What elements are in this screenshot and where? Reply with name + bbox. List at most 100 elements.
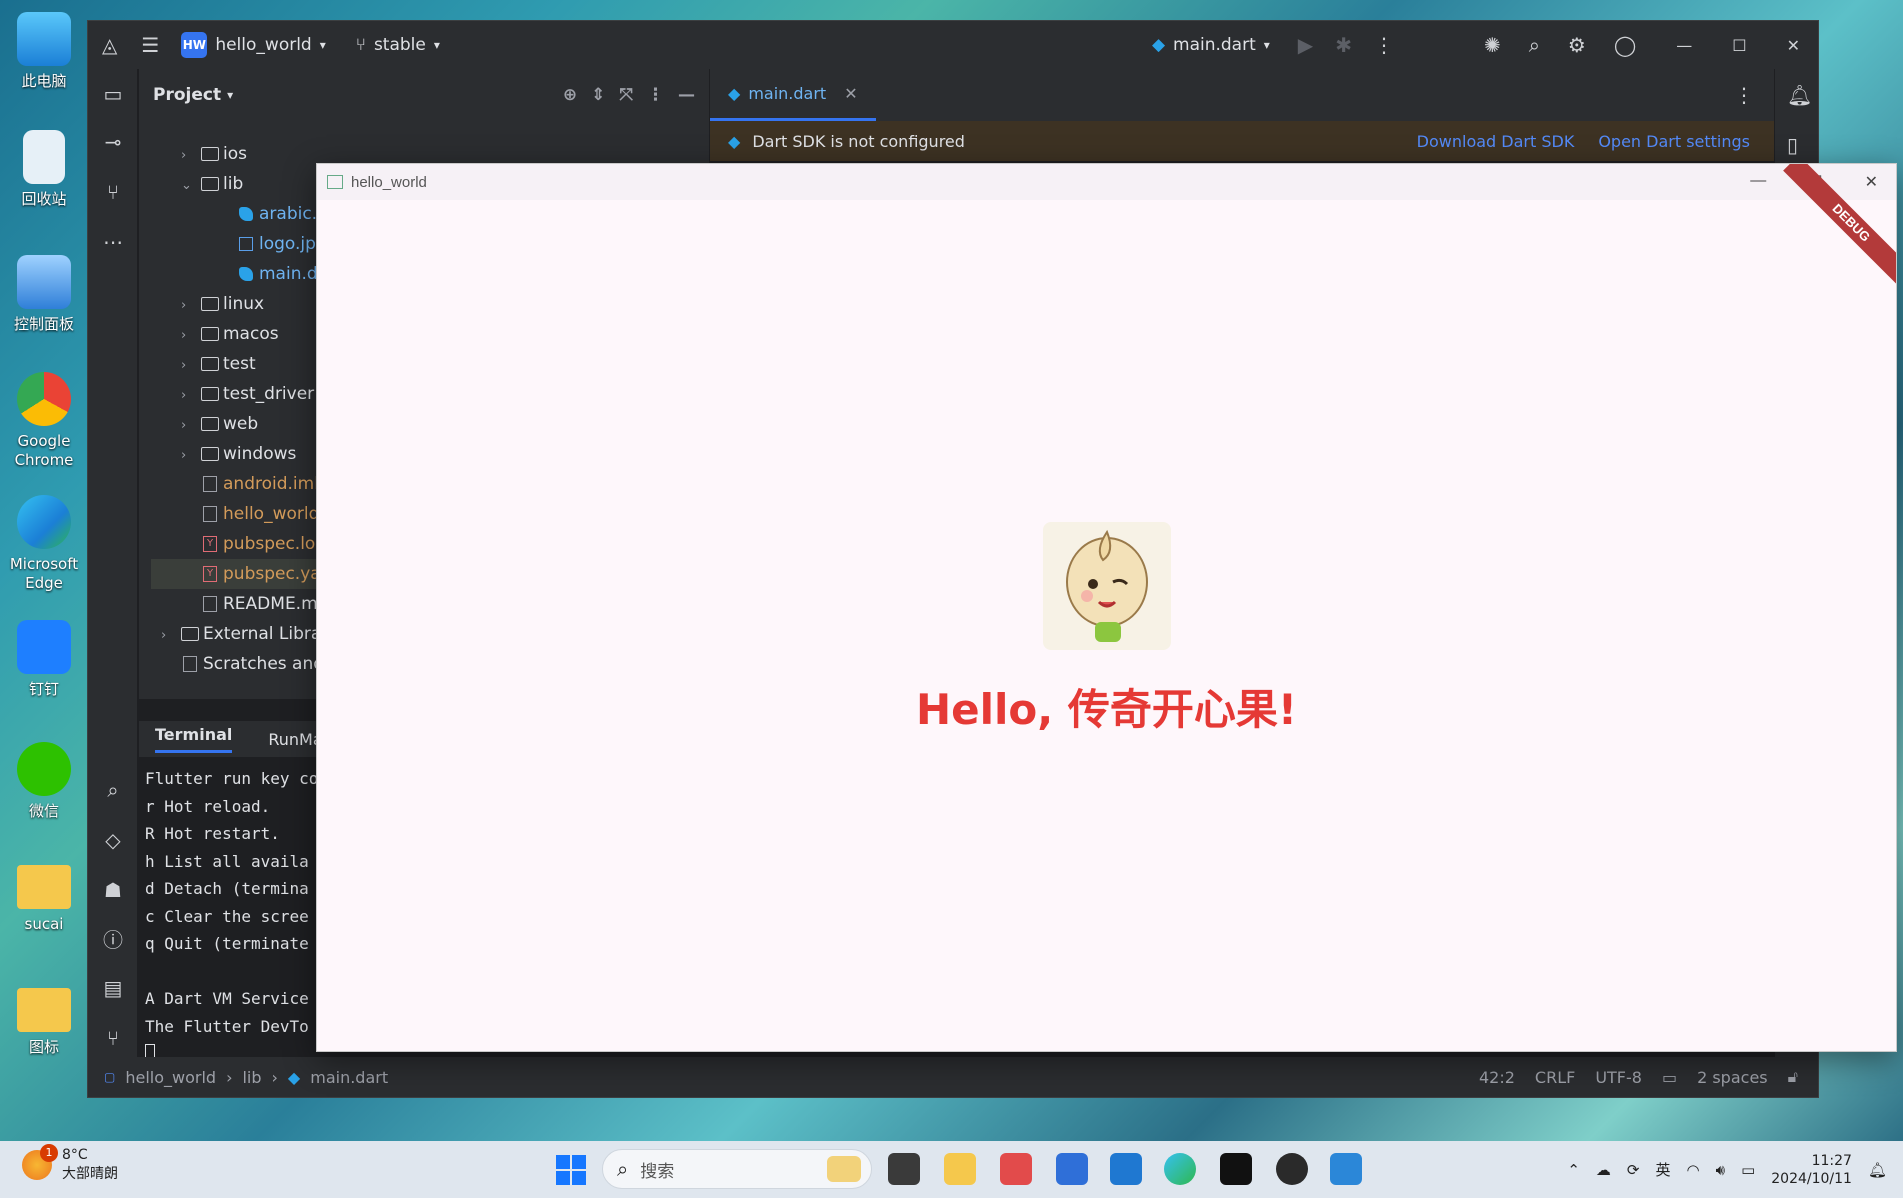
computer-icon: [17, 12, 71, 66]
cursor-position[interactable]: 42:2: [1479, 1068, 1515, 1087]
chevron-right-icon[interactable]: ›: [181, 411, 197, 441]
breadcrumb-lib[interactable]: lib: [242, 1068, 261, 1087]
editor-options-icon[interactable]: ⋮: [1734, 83, 1754, 107]
editor-tab-main-dart[interactable]: ◆ main.dart ✕: [710, 69, 876, 121]
chevron-right-icon[interactable]: ›: [181, 351, 197, 381]
terminal-icon[interactable]: ▤: [100, 975, 126, 1001]
desktop-icon-dingtalk[interactable]: 钉钉: [4, 620, 84, 699]
desktop-icon-recycle-bin[interactable]: 回收站: [4, 130, 84, 209]
project-selector[interactable]: HW hello_world ▾: [181, 32, 326, 58]
problems-icon[interactable]: ⓘ: [100, 927, 126, 953]
tree-item-label: macos: [223, 324, 279, 344]
file-explorer-icon[interactable]: [944, 1153, 976, 1185]
desktop-icon-tubiao[interactable]: 图标: [4, 988, 84, 1057]
settings-icon[interactable]: ⚙: [1568, 33, 1586, 57]
clock[interactable]: 11:27 2024/10/11: [1771, 1152, 1852, 1188]
breadcrumb-file[interactable]: main.dart: [310, 1068, 388, 1087]
project-folder-icon[interactable]: ▭: [100, 81, 126, 107]
read-mode-icon[interactable]: ▭: [1662, 1068, 1677, 1087]
wifi-icon[interactable]: ◠: [1687, 1161, 1700, 1179]
clock-time: 11:27: [1811, 1152, 1852, 1169]
chevron-down-icon[interactable]: ⌄: [181, 171, 197, 201]
lock-icon[interactable]: 🔓︎: [1788, 1067, 1798, 1087]
desktop-icon-control-panel[interactable]: 控制面板: [4, 255, 84, 334]
app-close-icon[interactable]: ✕: [1865, 172, 1878, 192]
desktop-icon-sucai[interactable]: sucai: [4, 865, 84, 934]
pull-requests-icon[interactable]: ⑂: [100, 179, 126, 205]
minimize-icon[interactable]: —: [1676, 36, 1692, 55]
task-view-icon[interactable]: [888, 1153, 920, 1185]
desktop-icon-chrome[interactable]: Google Chrome: [4, 372, 84, 470]
expand-all-icon[interactable]: ⇕: [591, 85, 605, 105]
snipping-tool-icon[interactable]: [1000, 1153, 1032, 1185]
account-icon[interactable]: ◯: [1614, 33, 1636, 57]
debug-icon[interactable]: ✱: [1335, 33, 1352, 57]
more-horizontal-icon[interactable]: ⋯: [100, 229, 126, 255]
weather-sun-icon: 1: [22, 1144, 58, 1180]
commit-icon[interactable]: ⊸: [100, 129, 126, 155]
volume-icon[interactable]: 🔊︎: [1716, 1161, 1725, 1179]
indent-setting[interactable]: 2 spaces: [1697, 1068, 1768, 1087]
open-dart-settings-link[interactable]: Open Dart settings: [1598, 132, 1750, 151]
line-separator[interactable]: CRLF: [1535, 1068, 1575, 1087]
search-icon: ⌕: [617, 1157, 629, 1181]
sync-icon[interactable]: ⟳: [1627, 1161, 1640, 1179]
more-vertical-icon[interactable]: ⋮: [1374, 33, 1394, 57]
desktop-icon-edge[interactable]: Microsoft Edge: [4, 495, 84, 593]
chevron-up-icon[interactable]: ⌃: [1567, 1161, 1580, 1179]
maximize-icon[interactable]: ☐: [1732, 36, 1746, 55]
file-encoding[interactable]: UTF-8: [1595, 1068, 1642, 1087]
gem-icon[interactable]: ◇: [100, 827, 126, 853]
status-bar: ▢ hello_world › lib › ◆ main.dart 42:2 C…: [88, 1057, 1818, 1097]
taskbar-search[interactable]: ⌕ 搜索: [602, 1149, 872, 1189]
notifications-icon[interactable]: 🔔︎: [1787, 83, 1812, 107]
download-dart-sdk-link[interactable]: Download Dart SDK: [1417, 132, 1575, 151]
close-tab-icon[interactable]: ✕: [844, 84, 857, 103]
chevron-right-icon[interactable]: ›: [181, 291, 197, 321]
tree-item-label: test_driver: [223, 384, 315, 404]
ime-language[interactable]: 英: [1656, 1159, 1671, 1180]
onedrive-icon[interactable]: ☁: [1596, 1161, 1611, 1179]
collapse-all-icon[interactable]: ⤧: [619, 85, 633, 105]
dart-file-icon: [239, 207, 253, 221]
weather-widget[interactable]: 1 8°C 大部晴朗: [22, 1144, 118, 1183]
run-icon[interactable]: ▶: [1298, 33, 1313, 57]
bug-icon[interactable]: ✺: [1484, 33, 1501, 57]
desktop-icon-wechat[interactable]: 微信: [4, 742, 84, 821]
breadcrumb-project[interactable]: hello_world: [125, 1068, 216, 1087]
app-window-icon: [327, 175, 343, 189]
hide-panel-icon[interactable]: —: [678, 85, 695, 105]
edge-taskbar-icon[interactable]: [1164, 1153, 1196, 1185]
app-minimize-icon[interactable]: —: [1750, 172, 1766, 192]
tab-terminal[interactable]: Terminal: [155, 725, 233, 753]
chevron-right-icon[interactable]: ›: [181, 441, 197, 471]
chevron-right-icon[interactable]: ›: [181, 321, 197, 351]
android-icon[interactable]: ☗: [100, 877, 126, 903]
notification-bell-icon[interactable]: 🔔︎: [1868, 1161, 1887, 1179]
panel-title[interactable]: Project: [153, 85, 221, 105]
editor-tabbar: ◆ main.dart ✕ ⋮: [710, 69, 1818, 121]
main-menu-icon[interactable]: ☰: [141, 33, 159, 57]
notepad-icon[interactable]: [1110, 1153, 1142, 1185]
taskbar: 1 8°C 大部晴朗 ⌕ 搜索 ⌃ ☁ ⟳ 英 ◠ 🔊︎ ▭ 11:27 202…: [0, 1141, 1903, 1198]
locate-icon[interactable]: ⊕: [563, 85, 577, 105]
run-config-selector[interactable]: ◆ main.dart ▾: [1152, 35, 1270, 55]
options-icon[interactable]: ⋮: [647, 85, 664, 105]
chevron-right-icon[interactable]: ›: [181, 381, 197, 411]
folder-icon: [201, 417, 219, 431]
terminal-taskbar-icon[interactable]: [1220, 1153, 1252, 1185]
flutter-app-taskbar-icon[interactable]: [1330, 1153, 1362, 1185]
find-icon[interactable]: ⌕: [100, 777, 126, 803]
remote-desktop-icon[interactable]: [1056, 1153, 1088, 1185]
device-manager-icon[interactable]: ▯: [1787, 133, 1798, 157]
chevron-right-icon[interactable]: ›: [161, 621, 177, 651]
branch-selector[interactable]: ⑂ stable ▾: [356, 35, 440, 55]
battery-icon[interactable]: ▭: [1741, 1161, 1755, 1179]
start-button[interactable]: [556, 1155, 586, 1185]
android-studio-taskbar-icon[interactable]: [1276, 1153, 1308, 1185]
close-icon[interactable]: ✕: [1787, 36, 1800, 55]
chevron-right-icon[interactable]: ›: [181, 141, 197, 171]
git-icon[interactable]: ⑂: [100, 1025, 126, 1051]
search-icon[interactable]: ⌕: [1529, 33, 1540, 57]
desktop-icon-computer[interactable]: 此电脑: [4, 12, 84, 91]
